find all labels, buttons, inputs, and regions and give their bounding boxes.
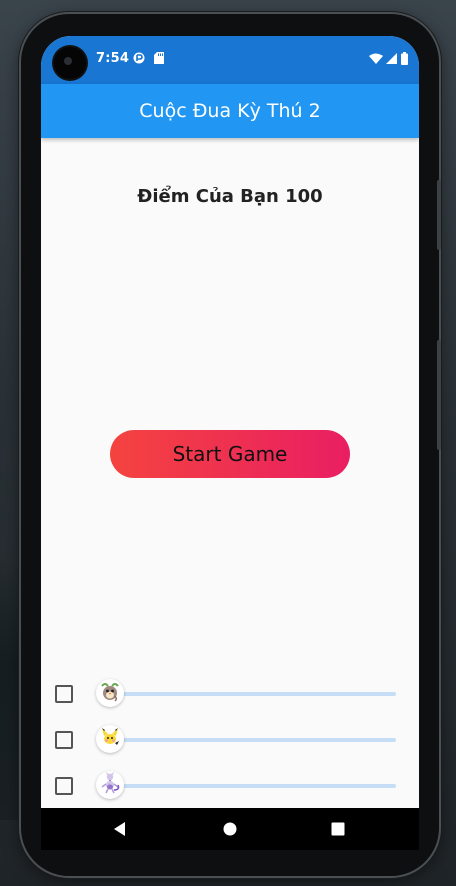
racer-3-checkbox[interactable] [55,777,73,795]
wifi-icon [369,52,383,64]
app-screen: 7:54 Cuộc Đua Kỳ Thú 2 Điểm Của Bạn 100 … [41,36,419,850]
racer-row-2 [41,723,419,755]
recents-icon[interactable] [317,808,359,850]
start-game-button[interactable]: Start Game [110,430,350,478]
racer-1-slider-thumb[interactable] [96,679,124,707]
racer-2-progress-track [111,738,396,742]
pokemon-pichu-icon [100,727,120,752]
pokemon-rowlet-icon [99,680,121,707]
battery-icon [400,51,408,65]
racer-3-slider-thumb[interactable] [96,771,124,799]
status-time: 7:54 [96,51,130,66]
front-camera [54,47,86,79]
signal-icon [385,52,397,64]
home-icon[interactable] [209,808,251,850]
media-icon [133,52,145,64]
app-title: Cuộc Đua Kỳ Thú 2 [139,100,321,122]
navigation-bar [41,808,419,850]
racer-2-slider-thumb[interactable] [96,725,124,753]
score-label: Điểm Của Bạn 100 [137,186,323,207]
racer-1-progress-track [111,692,396,696]
racer-2-checkbox[interactable] [55,731,73,749]
start-game-label: Start Game [172,442,288,466]
sd-card-icon [153,52,165,64]
pokemon-mewtwo-icon [99,771,121,799]
status-bar: 7:54 [41,36,419,84]
racer-3-progress-track [111,784,396,788]
racer-1-checkbox[interactable] [55,685,73,703]
racer-row-3 [41,769,419,801]
racer-row-1 [41,677,419,709]
volume-button [437,340,441,450]
app-bar: Cuộc Đua Kỳ Thú 2 [41,84,419,138]
power-button [437,180,441,250]
back-icon[interactable] [99,808,141,850]
device-frame-background: 7:54 Cuộc Đua Kỳ Thú 2 Điểm Của Bạn 100 … [0,0,456,886]
